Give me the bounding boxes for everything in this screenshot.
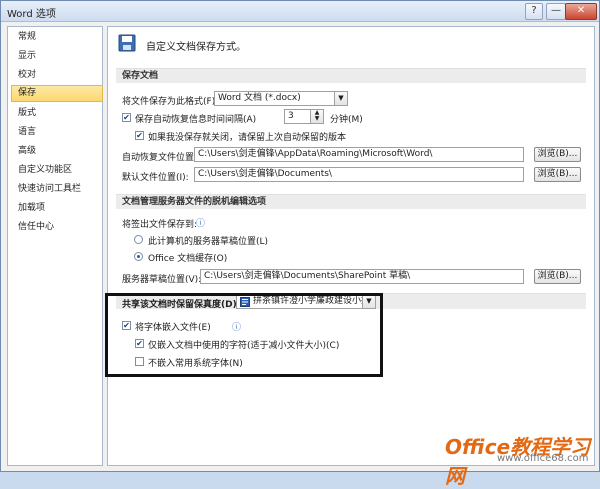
- save-icon: [118, 34, 136, 55]
- option-server-drafts-label: 此计算机的服务器草稿位置(L): [148, 237, 269, 247]
- format-label: 将文件保存为此格式(F):: [122, 97, 219, 107]
- format-select[interactable]: Word 文档 (*.docx) ▼: [214, 91, 348, 106]
- section-save-documents: 保存文档: [116, 68, 586, 83]
- sidebar-item-trust-center[interactable]: 信任中心: [12, 220, 104, 235]
- autorecover-checkbox[interactable]: ✔: [122, 113, 131, 122]
- window-title: Word 选项: [7, 9, 56, 20]
- browse-default-button[interactable]: 浏览(B)...: [534, 167, 581, 182]
- highlight-box: [105, 293, 383, 377]
- drafts-path-input[interactable]: C:\Users\剑走偏锋\Documents\SharePoint 草稿\: [200, 269, 524, 284]
- sidebar-item-addins[interactable]: 加载项: [12, 201, 104, 216]
- option-office-cache-radio[interactable]: [134, 252, 143, 261]
- content-panel: 自定义文档保存方式。 保存文档 将文件保存为此格式(F): Word 文档 (*…: [107, 26, 595, 466]
- section-offline-editing: 文档管理服务器文件的脱机编辑选项: [116, 194, 586, 209]
- autorecover-path-input[interactable]: C:\Users\剑走偏锋\AppData\Roaming\Microsoft\…: [194, 147, 524, 162]
- close-button[interactable]: ✕: [565, 3, 597, 20]
- watermark-url: www.office68.com: [497, 453, 589, 464]
- minimize-button[interactable]: —: [546, 3, 566, 20]
- chevron-down-icon: ▼: [334, 92, 347, 105]
- sidebar-item-layout[interactable]: 版式: [12, 106, 104, 121]
- radio-selected-dot: [137, 255, 140, 258]
- checkout-label: 将签出文件保存到:: [122, 220, 198, 230]
- info-icon: ⓘ: [196, 219, 206, 229]
- browse-autorecover-button[interactable]: 浏览(B)...: [534, 147, 581, 162]
- format-value: Word 文档 (*.docx): [218, 93, 301, 103]
- sidebar-item-language[interactable]: 语言: [12, 125, 104, 140]
- browse-drafts-button[interactable]: 浏览(B)...: [534, 269, 581, 284]
- default-path-label: 默认文件位置(I):: [122, 173, 189, 183]
- sidebar-item-quick-access[interactable]: 快速访问工具栏: [12, 182, 104, 197]
- sidebar: 常规 显示 校对 保存 版式 语言 高级 自定义功能区 快速访问工具栏 加载项 …: [7, 26, 103, 466]
- sidebar-item-general[interactable]: 常规: [12, 30, 104, 45]
- autorecover-minutes-stepper[interactable]: 3 ▲ ▼: [284, 109, 324, 124]
- title-bar: Word 选项 ? — ✕: [1, 1, 599, 22]
- sidebar-item-advanced[interactable]: 高级: [12, 144, 104, 159]
- keep-last-label: 如果我没保存就关闭，请保留上次自动保留的版本: [148, 133, 347, 143]
- option-server-drafts-radio[interactable]: [134, 235, 143, 244]
- word-options-window: Word 选项 ? — ✕ 常规 显示 校对 保存 版式 语言 高级 自定义功能…: [0, 0, 600, 488]
- sidebar-item-display[interactable]: 显示: [12, 49, 104, 64]
- page-title: 自定义文档保存方式。: [146, 42, 246, 53]
- autorecover-unit: 分钟(M): [330, 115, 363, 125]
- autorecover-minutes: 3: [288, 111, 294, 121]
- sidebar-item-proofing[interactable]: 校对: [12, 68, 104, 83]
- autorecover-label: 保存自动恢复信息时间间隔(A): [135, 115, 257, 125]
- sidebar-item-save[interactable]: 保存: [11, 85, 103, 102]
- drafts-path-label: 服务器草稿位置(V):: [122, 275, 202, 285]
- option-office-cache-label: Office 文档缓存(O): [148, 254, 228, 264]
- default-path-input[interactable]: C:\Users\剑走偏锋\Documents\: [194, 167, 524, 182]
- sidebar-item-customize-ribbon[interactable]: 自定义功能区: [12, 163, 104, 178]
- keep-last-checkbox[interactable]: ✔: [135, 131, 144, 140]
- spinner-icon[interactable]: ▲ ▼: [310, 110, 323, 123]
- help-button[interactable]: ?: [525, 3, 543, 20]
